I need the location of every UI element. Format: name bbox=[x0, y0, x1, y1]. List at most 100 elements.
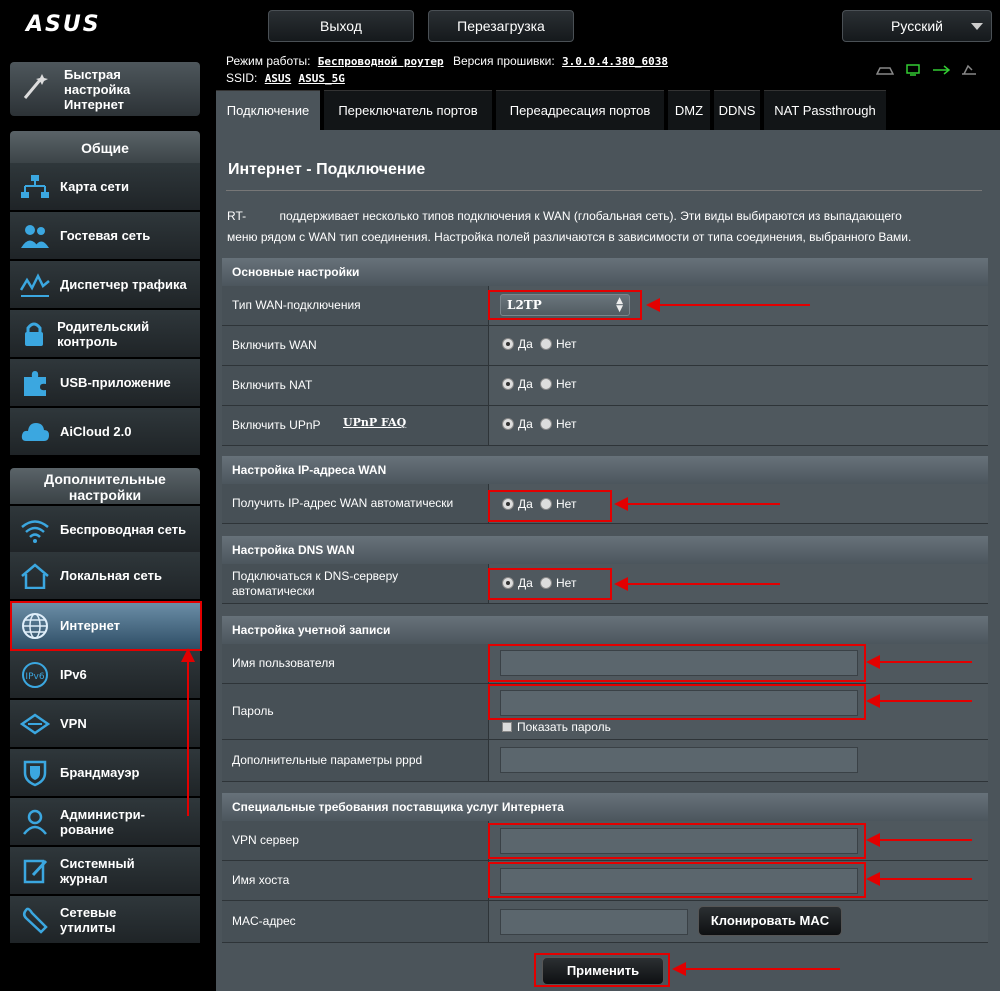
sidebar-item-vpn[interactable]: VPN bbox=[10, 700, 200, 748]
radio-icon bbox=[540, 338, 552, 350]
top-bar: ASUS Выход Перезагрузка Русский bbox=[0, 0, 1000, 50]
enable-nat-yes[interactable]: Да bbox=[502, 377, 533, 391]
language-select[interactable]: Русский bbox=[842, 10, 992, 42]
description-line-1: RT- поддерживает несколько типов подключ… bbox=[227, 209, 902, 223]
annotation-arrow-shaft bbox=[626, 503, 780, 505]
sidebar-item-label: VPN bbox=[60, 716, 87, 731]
annotation-arrow-shaft bbox=[878, 839, 972, 841]
radio-label: Нет bbox=[556, 337, 577, 351]
wifi-icon bbox=[18, 515, 52, 545]
router-status-icon[interactable] bbox=[876, 64, 894, 76]
clone-mac-button[interactable]: Клонировать MAC bbox=[698, 906, 842, 936]
highlight-password bbox=[488, 684, 866, 720]
ssid-label: SSID: bbox=[226, 71, 258, 85]
printer-status-icon[interactable] bbox=[960, 64, 978, 76]
highlight-apply bbox=[534, 953, 670, 987]
sidebar-item-syslog[interactable]: Системный журнал bbox=[10, 847, 200, 895]
enable-upnp-yes[interactable]: Да bbox=[502, 417, 533, 431]
page-description: RT- поддерживает несколько типов подключ… bbox=[227, 206, 987, 248]
annotation-arrow-shaft bbox=[187, 660, 189, 816]
enable-wan-no[interactable]: Нет bbox=[540, 337, 576, 351]
radio-selected-icon bbox=[502, 378, 514, 390]
mac-input[interactable] bbox=[500, 909, 688, 935]
sidebar-item-label: IPv6 bbox=[60, 667, 87, 682]
tab-port-switch[interactable]: Переключатель портов bbox=[324, 90, 492, 130]
radio-selected-icon bbox=[502, 338, 514, 350]
highlight-ip-auto bbox=[488, 490, 612, 522]
log-icon bbox=[18, 856, 52, 886]
home-icon bbox=[18, 561, 52, 591]
sidebar-item-label: USB-приложение bbox=[60, 375, 171, 390]
tab-dmz[interactable]: DMZ bbox=[668, 90, 710, 130]
magic-wand-icon bbox=[20, 72, 54, 106]
description-line-2: меню рядом с WAN тип соединения. Настрой… bbox=[227, 230, 912, 244]
row-enable-nat: Включить NAT bbox=[222, 366, 988, 406]
wan-ip-header: Настройка IP-адреса WAN bbox=[222, 456, 988, 484]
sidebar-item-label: Системный журнал bbox=[60, 855, 135, 886]
advanced-header: Дополнительные настройки bbox=[10, 468, 200, 504]
mode-link[interactable]: Беспроводной роутер bbox=[318, 55, 444, 68]
sidebar-item-guest-network[interactable]: Гостевая сеть bbox=[10, 212, 200, 260]
tab-ddns[interactable]: DDNS bbox=[714, 90, 760, 130]
enable-wan-yes[interactable]: Да bbox=[502, 337, 533, 351]
sidebar-item-lan[interactable]: Локальная сеть bbox=[10, 552, 200, 600]
sidebar-item-network-map[interactable]: Карта сети bbox=[10, 163, 200, 211]
ssid-1-link[interactable]: ASUS bbox=[265, 72, 292, 85]
sidebar-item-ipv6[interactable]: IPv6 IPv6 bbox=[10, 651, 200, 699]
guest-network-icon bbox=[18, 221, 52, 251]
chevron-down-icon bbox=[971, 23, 983, 30]
show-password-checkbox[interactable]: Показать пароль bbox=[502, 720, 611, 734]
highlight-internet-nav bbox=[10, 601, 202, 651]
radio-icon bbox=[540, 418, 552, 430]
sidebar-item-label: Локальная сеть bbox=[60, 568, 162, 583]
asus-logo: ASUS bbox=[26, 12, 101, 37]
ssid-2-link[interactable]: ASUS_5G bbox=[299, 72, 345, 85]
sidebar-item-aicloud[interactable]: AiCloud 2.0 bbox=[10, 408, 200, 456]
ip-auto-label: Получить IP-адрес WAN автоматически bbox=[222, 484, 489, 523]
reboot-button[interactable]: Перезагрузка bbox=[428, 10, 574, 42]
sidebar-item-label: AiCloud 2.0 bbox=[60, 424, 132, 439]
highlight-vpn-server bbox=[488, 823, 866, 859]
page-title: Интернет - Подключение bbox=[228, 161, 426, 178]
radio-icon bbox=[540, 378, 552, 390]
sidebar-item-admin[interactable]: Администри-рование bbox=[10, 798, 200, 846]
radio-selected-icon bbox=[502, 418, 514, 430]
mode-line: Режим работы: Беспроводной роутер Версия… bbox=[226, 54, 668, 68]
tab-nat-passthrough[interactable]: NAT Passthrough bbox=[764, 90, 886, 130]
row-enable-wan: Включить WAN bbox=[222, 326, 988, 366]
dns-auto-label: Подключаться к DNS-серверу автоматически bbox=[222, 564, 489, 603]
tools-icon bbox=[18, 905, 52, 935]
internet-status-icon[interactable] bbox=[904, 64, 922, 76]
pppd-label: Дополнительные параметры pppd bbox=[222, 740, 489, 781]
annotation-arrow-shaft bbox=[626, 583, 780, 585]
enable-nat-no[interactable]: Нет bbox=[540, 377, 576, 391]
highlight-username bbox=[488, 644, 866, 682]
sidebar-item-usb[interactable]: USB-приложение bbox=[10, 359, 200, 407]
sidebar-item-tools[interactable]: Сетевые утилиты bbox=[10, 896, 200, 944]
sidebar-item-traffic[interactable]: Диспетчер трафика bbox=[10, 261, 200, 309]
tab-connection[interactable]: Подключение bbox=[216, 90, 320, 130]
wan-type-label: Тип WAN-подключения bbox=[222, 286, 489, 325]
logout-button[interactable]: Выход bbox=[268, 10, 414, 42]
enable-upnp-no[interactable]: Нет bbox=[540, 417, 576, 431]
sidebar-item-parental[interactable]: Родительский контроль bbox=[10, 310, 200, 358]
quick-setup-button[interactable]: Быстрая настройка Интернет bbox=[10, 62, 200, 116]
upnp-faq-link[interactable]: UPnP FAQ bbox=[343, 416, 406, 429]
username-label: Имя пользователя bbox=[222, 644, 489, 683]
tab-port-forwarding[interactable]: Переадресация портов bbox=[496, 90, 664, 130]
highlight-wan-type bbox=[488, 290, 642, 320]
pppd-input[interactable] bbox=[500, 747, 858, 773]
quick-setup-label: Быстрая настройка Интернет bbox=[64, 66, 131, 112]
sidebar-item-wireless[interactable]: Беспроводная сеть bbox=[10, 506, 200, 554]
wan-dns-header: Настройка DNS WAN bbox=[222, 536, 988, 564]
puzzle-icon bbox=[18, 368, 52, 398]
firmware-link[interactable]: 3.0.0.4.380_6038 bbox=[562, 55, 668, 68]
radio-label: Да bbox=[518, 377, 533, 391]
sidebar-item-firewall[interactable]: Брандмауэр bbox=[10, 749, 200, 797]
radio-label: Нет bbox=[556, 377, 577, 391]
usb-status-icon[interactable] bbox=[932, 64, 950, 76]
lock-icon bbox=[18, 319, 49, 349]
hostname-label: Имя хоста bbox=[222, 861, 489, 900]
isp-header: Специальные требования поставщика услуг … bbox=[222, 793, 988, 821]
annotation-arrow-shaft bbox=[658, 304, 810, 306]
